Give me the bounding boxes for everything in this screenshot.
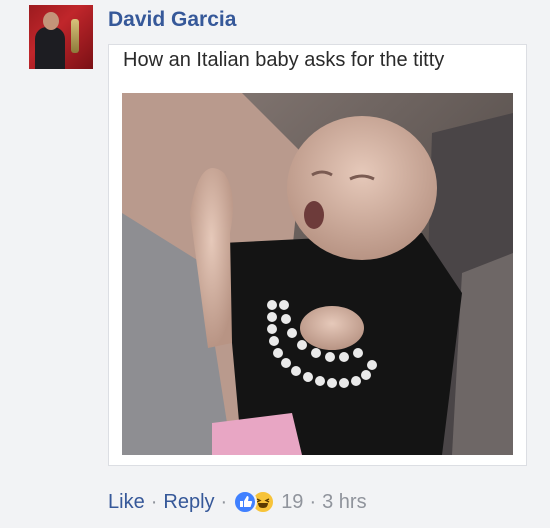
separator: · [150, 490, 158, 513]
separator: · [220, 490, 228, 513]
baby-photo[interactable] [122, 93, 513, 455]
reaction-count[interactable]: 19 [281, 491, 303, 514]
avatar-figure [35, 27, 65, 69]
image-caption: How an Italian baby asks for the titty [123, 49, 445, 71]
comment: David Garcia How an Italian baby asks fo… [0, 0, 550, 528]
avatar-head [43, 12, 59, 30]
timestamp[interactable]: 3 hrs [322, 491, 366, 514]
reply-link[interactable]: Reply [163, 491, 214, 514]
like-link[interactable]: Like [108, 491, 145, 514]
thumbs-up-icon [240, 496, 253, 507]
trophy-icon [71, 19, 79, 53]
comment-actions: Like · Reply · 19 · 3 hrs [108, 490, 367, 514]
reactions[interactable] [233, 490, 276, 514]
separator: · [309, 490, 317, 513]
attached-image-card[interactable]: How an Italian baby asks for the titty [108, 44, 527, 466]
like-icon [233, 490, 258, 514]
author-avatar[interactable] [29, 5, 93, 69]
baby-photo-icon [122, 93, 513, 455]
author-name[interactable]: David Garcia [108, 8, 236, 32]
